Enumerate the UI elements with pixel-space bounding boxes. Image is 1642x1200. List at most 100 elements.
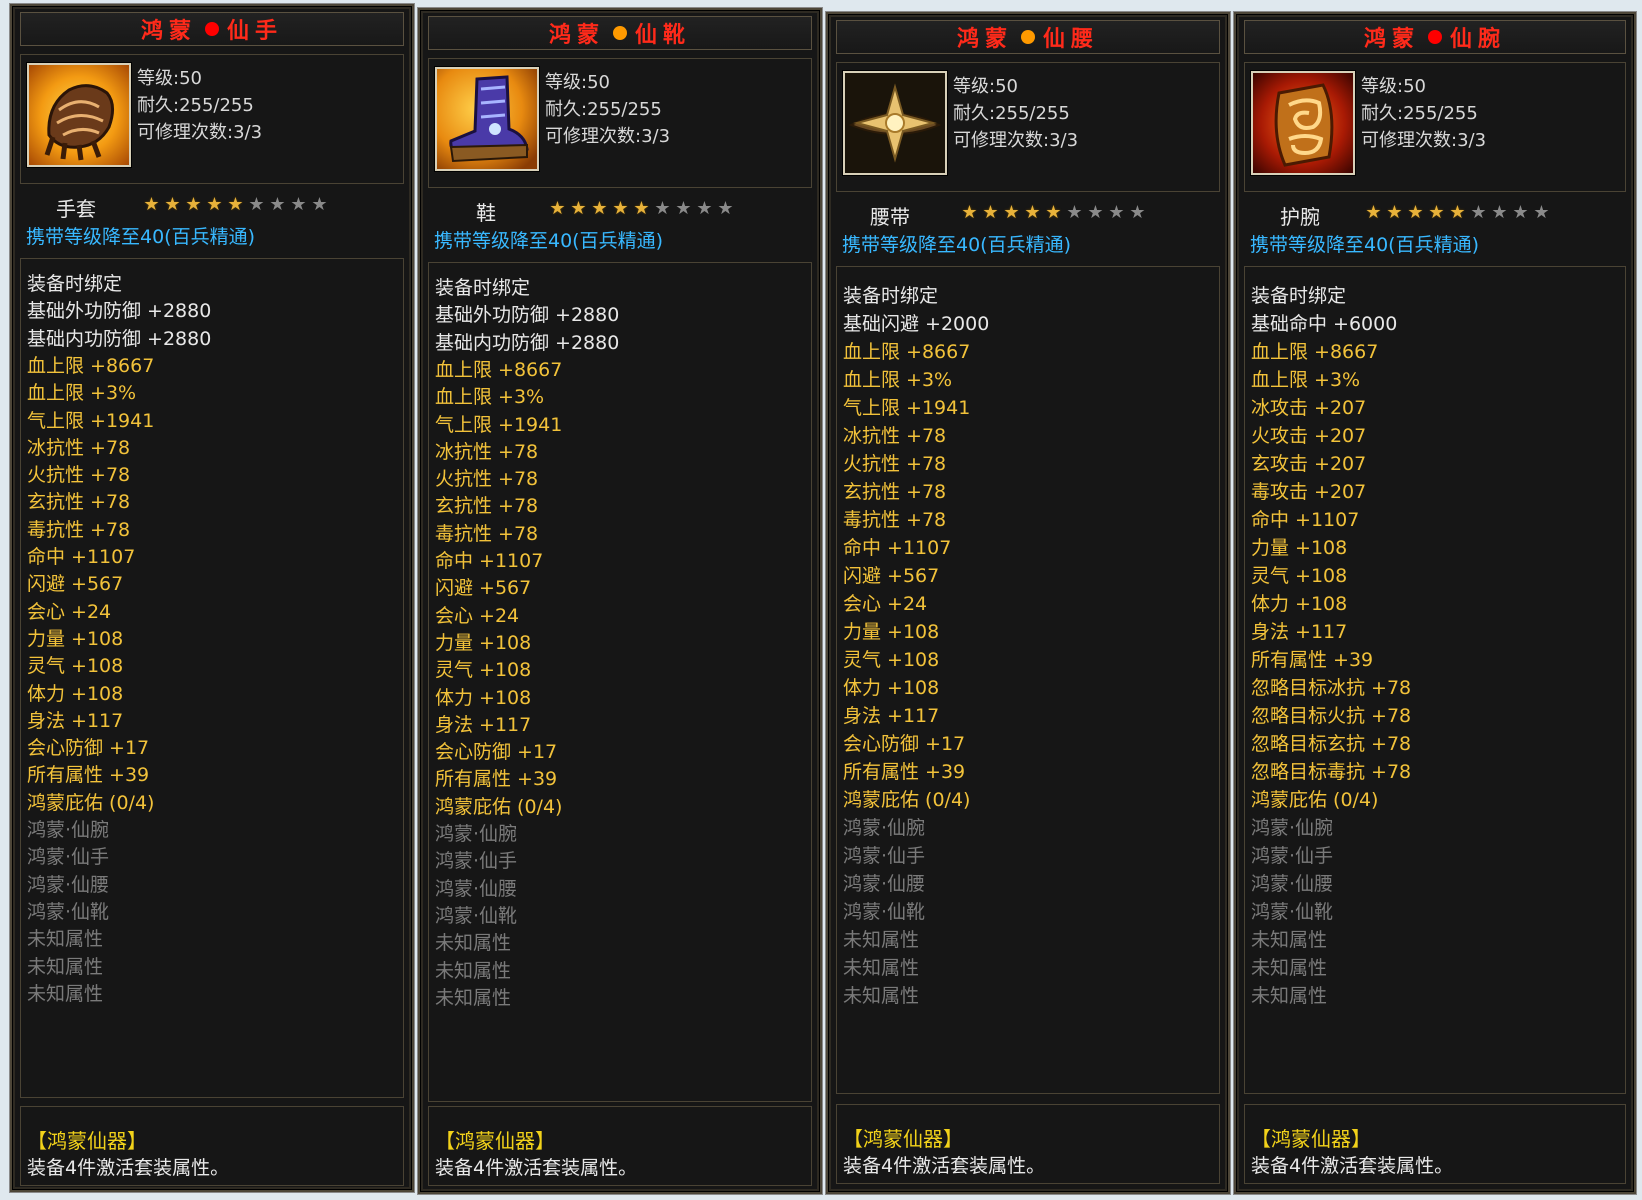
inactive-attribute: 鸿蒙·仙手: [1251, 845, 1334, 867]
item-level: 等级:50: [545, 72, 610, 93]
star-icon: ★: [1108, 202, 1125, 223]
attribute-line: 力量 +108: [1251, 537, 1348, 559]
item-type: 鞋: [476, 201, 496, 225]
attribute-line: 冰抗性 +78: [27, 436, 131, 459]
inactive-attribute: 未知属性: [1251, 957, 1328, 979]
attribute-line: 血上限 +3%: [435, 386, 545, 409]
attribute-line: 气上限 +1941: [27, 409, 155, 432]
attribute-line: 血上限 +8667: [435, 358, 563, 381]
attribute-line: 灵气 +108: [435, 659, 532, 682]
attribute-line: 火抗性 +78: [843, 453, 947, 475]
attribute-line: 力量 +108: [27, 627, 124, 650]
item-type-row: 腰带 ★ ★ ★ ★ ★ ★ ★ ★ ★ 携带等级降至40(百兵精通): [836, 197, 1220, 261]
attribute-line: 所有属性 +39: [1251, 649, 1374, 671]
star-icon: ★: [591, 198, 608, 219]
inactive-attribute: 未知属性: [435, 959, 512, 982]
inactive-attribute: 未知属性: [27, 955, 104, 978]
stats-list: 装备时绑定 基础闪避 +2000 血上限 +8667 血上限 +3% 气上限 +194…: [836, 266, 1220, 1094]
attribute-line: 血上限 +3%: [1251, 369, 1361, 391]
star-icon: ★: [717, 198, 734, 219]
set-name: 【鸿蒙仙器】: [27, 1129, 147, 1153]
red-dot-icon: [1428, 30, 1442, 44]
attribute-line: 鸿蒙庇佑 (0/4): [27, 791, 155, 814]
item-header: 等级:50 耐久:255/255 可修理次数:3/3: [20, 54, 404, 184]
attribute-line: 气上限 +1941: [843, 397, 971, 419]
set-name: 【鸿蒙仙器】: [435, 1129, 555, 1153]
set-info: 【鸿蒙仙器】 装备4件激活套装属性。: [428, 1106, 812, 1186]
title-set-name: 鸿蒙: [548, 22, 605, 48]
attribute-line: 命中 +1107: [1251, 509, 1360, 531]
attribute-line: 基础闪避 +2000: [843, 313, 990, 335]
star-icon: ★: [185, 194, 202, 215]
attribute-line: 基础内功防御 +2880: [435, 331, 620, 354]
attribute-line: 命中 +1107: [435, 550, 544, 572]
attribute-line: 闪避 +567: [435, 577, 532, 600]
inactive-attribute: 鸿蒙·仙腕: [27, 819, 110, 841]
gauntlet-icon: [27, 63, 131, 167]
inactive-attribute: 未知属性: [435, 932, 512, 955]
carry-level-note: 携带等级降至40(百兵精通): [1250, 234, 1480, 256]
item-durability: 耐久:255/255: [545, 99, 662, 120]
tooltip-title: 鸿蒙 仙腕: [1244, 20, 1626, 54]
bracer-icon: [1251, 71, 1355, 175]
star-icon: ★: [143, 194, 160, 215]
attribute-line: 玄攻击 +207: [1251, 453, 1367, 475]
star-icon: ★: [1470, 202, 1487, 223]
star-icon: ★: [1087, 202, 1104, 223]
inactive-attribute: 未知属性: [27, 982, 104, 1005]
star-icon: ★: [227, 194, 244, 215]
attribute-line: 体力 +108: [843, 677, 940, 699]
star-icon: ★: [696, 198, 713, 219]
item-repair-count: 可修理次数:3/3: [545, 126, 671, 147]
attribute-line: 会心 +24: [843, 593, 928, 615]
attribute-line: 血上限 +3%: [843, 369, 953, 391]
attribute-line: 命中 +1107: [27, 546, 136, 568]
star-icon: ★: [164, 194, 181, 215]
attribute-line: 会心防御 +17: [27, 737, 150, 760]
item-tooltip-bracer: 鸿蒙 仙腕 等级:50 耐久:255/255 可修理次数:3/3 护腕 ★ ★ …: [1234, 12, 1636, 1194]
set-description: 装备4件激活套装属性。: [843, 1155, 1046, 1177]
attribute-line: 冰抗性 +78: [435, 440, 539, 463]
attribute-line: 火抗性 +78: [435, 468, 539, 491]
attribute-line: 毒抗性 +78: [27, 518, 131, 541]
item-header: 等级:50 耐久:255/255 可修理次数:3/3: [836, 62, 1220, 192]
carry-level-note: 携带等级降至40(百兵精通): [26, 226, 256, 248]
inactive-attribute: 鸿蒙·仙手: [435, 850, 518, 873]
orange-dot-icon: [613, 26, 627, 40]
tooltip-title: 鸿蒙 仙腰: [836, 20, 1220, 54]
star-icon: ★: [290, 194, 307, 215]
bind-note: 装备时绑定: [435, 277, 531, 299]
item-durability: 耐久:255/255: [137, 95, 254, 116]
attribute-line: 火抗性 +78: [27, 464, 131, 487]
title-set-name: 鸿蒙: [956, 26, 1013, 52]
stats-list: 装备时绑定 基础外功防御 +2880 基础内功防御 +2880 血上限 +8667 血…: [428, 262, 812, 1102]
item-repair-count: 可修理次数:3/3: [137, 122, 263, 143]
attribute-line: 血上限 +8667: [843, 341, 971, 363]
red-dot-icon: [205, 22, 219, 36]
inactive-attribute: 未知属性: [843, 957, 920, 979]
set-description: 装备4件激活套装属性。: [27, 1157, 230, 1179]
star-icon: ★: [1066, 202, 1083, 223]
star-icon: ★: [1365, 202, 1382, 223]
attribute-line: 基础外功防御 +2880: [435, 304, 620, 327]
attribute-line: 闪避 +567: [27, 573, 124, 596]
attribute-line: 鸿蒙庇佑 (0/4): [843, 789, 971, 811]
attribute-line: 灵气 +108: [27, 655, 124, 678]
star-icon: ★: [1449, 202, 1466, 223]
attribute-line: 基础命中 +6000: [1251, 313, 1398, 335]
inactive-attribute: 未知属性: [27, 928, 104, 951]
set-name: 【鸿蒙仙器】: [843, 1127, 963, 1151]
inactive-attribute: 未知属性: [843, 929, 920, 951]
item-tooltip-gloves: 鸿蒙 仙手 等级:50 耐久:255/255 可修理次数:3/3 手套 ★ ★ …: [10, 4, 414, 1192]
bind-note: 装备时绑定: [843, 285, 939, 307]
star-icon: ★: [633, 198, 650, 219]
inactive-attribute: 鸿蒙·仙靴: [27, 900, 110, 923]
title-item-name: 仙腰: [1043, 26, 1100, 52]
attribute-line: 身法 +117: [843, 705, 940, 727]
set-info: 【鸿蒙仙器】 装备4件激活套装属性。: [836, 1104, 1220, 1184]
star-icon: ★: [1407, 202, 1424, 223]
stats-list: 装备时绑定 基础外功防御 +2880 基础内功防御 +2880 血上限 +8667 血…: [20, 258, 404, 1098]
item-type-row: 手套 ★ ★ ★ ★ ★ ★ ★ ★ ★ 携带等级降至40(百兵精通): [20, 189, 404, 253]
attribute-line: 会心防御 +17: [843, 733, 966, 755]
attribute-line: 冰抗性 +78: [843, 425, 947, 447]
